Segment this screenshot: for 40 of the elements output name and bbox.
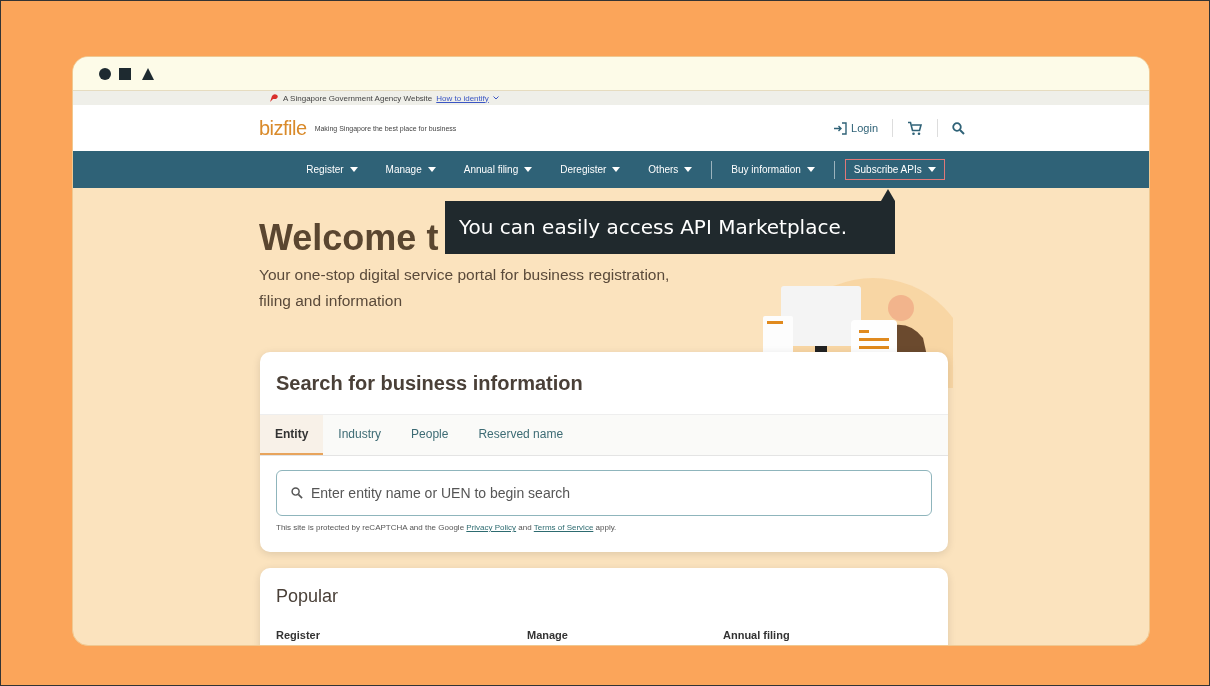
- nav-menu-item[interactable]: Manage: [376, 159, 445, 180]
- cart-icon[interactable]: [907, 120, 923, 136]
- search-tab[interactable]: Industry: [323, 415, 397, 455]
- caret-icon: [684, 167, 693, 172]
- login-icon: [833, 121, 848, 135]
- popular-column-heading: Manage: [527, 629, 569, 641]
- caret-icon: [612, 167, 621, 172]
- popular-column-heading: Register: [276, 629, 322, 641]
- hero-subtitle: Your one-stop digital service portal for business registration, filing and information: [259, 265, 671, 311]
- nav-menu-item[interactable]: Deregister: [551, 159, 630, 180]
- nav-menu-item[interactable]: Others: [639, 159, 702, 180]
- caret-icon: [349, 167, 358, 172]
- search-tab[interactable]: Reserved name: [463, 415, 579, 455]
- caret-icon: [806, 167, 815, 172]
- terms-of-service-link[interactable]: Terms of Service: [533, 523, 594, 532]
- chevron-down-icon[interactable]: [492, 96, 499, 100]
- login-link[interactable]: Login: [833, 121, 878, 135]
- privacy-policy-link[interactable]: Privacy Policy: [466, 523, 517, 532]
- search-tab[interactable]: Entity: [260, 415, 324, 455]
- popular-title: Popular: [275, 585, 340, 607]
- nav-menu-item[interactable]: Subscribe APIs: [844, 159, 945, 180]
- caret-icon: [927, 167, 936, 172]
- window-shapes-icon: [99, 66, 155, 81]
- card-title: Search for business information: [275, 371, 584, 396]
- welcome-heading: Welcome t: [259, 216, 439, 260]
- tooltip-pointer-icon: [881, 189, 895, 201]
- caret-icon: [524, 167, 533, 172]
- nav-menu-item[interactable]: Register: [297, 159, 367, 180]
- search-field[interactable]: Enter entity name or UEN to begin search: [276, 470, 932, 516]
- search-icon[interactable]: [952, 121, 965, 135]
- search-tab[interactable]: People: [396, 415, 464, 455]
- caret-icon: [427, 167, 436, 172]
- how-to-identify-link[interactable]: How to identify: [436, 93, 489, 103]
- search-icon: [291, 487, 303, 499]
- popular-column-heading: Annual filing: [723, 629, 791, 641]
- gov-banner-text: A Singapore Government Agency Website: [283, 93, 433, 103]
- tooltip: You can easily access API Marketplace.: [445, 201, 895, 254]
- nav-menu-item[interactable]: Buy information: [722, 159, 824, 180]
- recaptcha-notice: This site is protected by reCAPTCHA and the Google Privacy Policy and Terms of Service apply.: [276, 523, 618, 534]
- nav-menu-item[interactable]: Annual filing: [454, 159, 542, 180]
